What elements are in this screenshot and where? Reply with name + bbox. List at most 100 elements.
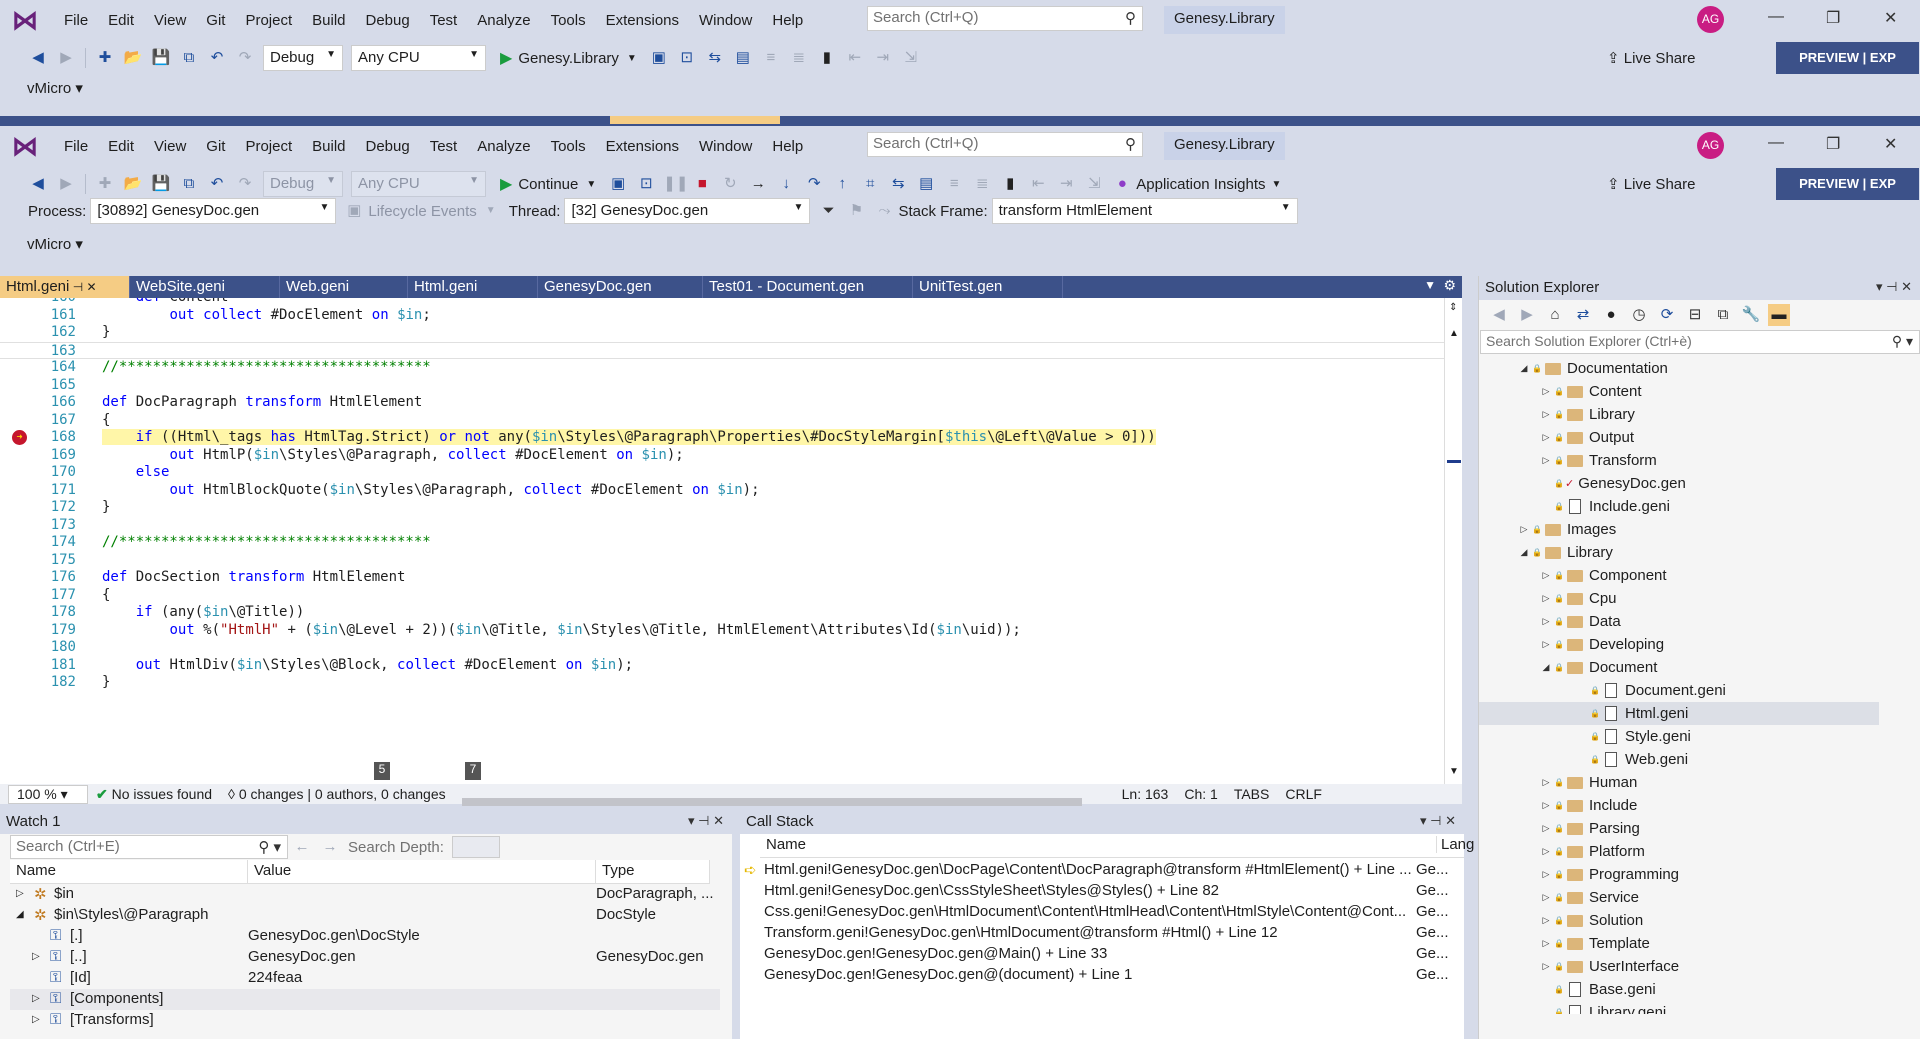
tree-node-images[interactable]: ▷ 🔒 Images [1517, 518, 1617, 541]
tab-html-geni[interactable]: Html.geni [408, 276, 538, 298]
tab-dropdown-icon[interactable]: ▼ [1424, 278, 1436, 292]
code-line[interactable]: 167 { [0, 412, 1444, 430]
code-line[interactable]: 165 [0, 377, 1444, 395]
tree-node-web-geni[interactable]: 🔒 Web.geni [1589, 748, 1688, 771]
issues-indicator[interactable]: ✔ No issues found [88, 786, 220, 803]
call-stack-row[interactable]: Html.geni!GenesyDoc.gen\CssStyleSheet\St… [740, 881, 1464, 902]
watch-row[interactable]: ⚿ [.] GenesyDoc.gen\DocStyle [10, 926, 720, 947]
window-icon[interactable]: ▤ [915, 173, 937, 195]
screenshot-icon[interactable]: ⊡ [635, 173, 657, 195]
code-line[interactable]: 182} [0, 674, 1444, 692]
menu-edit[interactable]: Edit [98, 138, 144, 155]
tree-node-library[interactable]: ▷ 🔒 Library [1539, 403, 1635, 426]
code-line[interactable]: 164 //***********************************… [0, 359, 1444, 377]
menu-view[interactable]: View [144, 12, 196, 29]
pane-controls[interactable]: ▾ ⊣ ✕ [1420, 813, 1456, 829]
prev-bookmark-icon[interactable]: ⇤ [844, 47, 866, 69]
watch-row[interactable]: ◢ ✲ $in\Styles\@Paragraph DocStyle [10, 905, 720, 926]
call-stack-row[interactable]: ➪ Html.geni!GenesyDoc.gen\DocPage\Content… [740, 860, 1464, 881]
column-header-value[interactable]: Value [248, 860, 596, 883]
expand-icon[interactable]: ▷ [32, 951, 40, 962]
code-line[interactable]: 162} [0, 324, 1444, 342]
expand-icon[interactable]: ▷ [1539, 777, 1553, 788]
call-stack-row[interactable]: Transform.geni!GenesyDoc.gen\HtmlDocumen… [740, 923, 1464, 944]
expand-icon[interactable]: ▷ [1539, 915, 1553, 926]
tab-website-geni[interactable]: WebSite.geni [130, 276, 280, 298]
watch-row[interactable]: ▷ ⚿ [Components] [10, 989, 720, 1010]
tab-web-geni[interactable]: Web.geni [280, 276, 408, 298]
stack-frame-select[interactable]: transform HtmlElement ▼ [991, 198, 1298, 224]
tree-node-solution[interactable]: ▷ 🔒 Solution [1539, 909, 1644, 932]
menu-analyze[interactable]: Analyze [467, 138, 540, 155]
save-all-icon[interactable]: ⧉ [178, 47, 200, 69]
globe-icon[interactable]: ● [1600, 304, 1622, 326]
minimize-icon[interactable]: — [1768, 134, 1784, 152]
solution-explorer-search-input[interactable]: Search Solution Explorer (Ctrl+è) ⚲ ▾ [1480, 330, 1920, 354]
folder-icon[interactable]: ▣ [607, 173, 629, 195]
menu-window[interactable]: Window [689, 12, 762, 29]
menu-debug[interactable]: Debug [356, 12, 420, 29]
expand-icon[interactable]: ▷ [1539, 409, 1553, 420]
tree-node-include-geni[interactable]: 🔒 Include.geni [1539, 495, 1670, 518]
save-icon[interactable]: 💾 [150, 47, 172, 69]
tree-node-library[interactable]: ◢ 🔒 Library [1517, 541, 1613, 564]
continue-icon[interactable]: ▶ [500, 174, 512, 194]
tree-node-programming[interactable]: ▷ 🔒 Programming [1539, 863, 1680, 886]
application-insights-button[interactable]: Application Insights [1136, 176, 1265, 193]
expand-icon[interactable]: ▷ [1539, 938, 1553, 949]
gear-icon[interactable]: ⚙ [1443, 277, 1456, 294]
menu-tools[interactable]: Tools [541, 138, 596, 155]
expand-icon[interactable]: ▷ [1539, 869, 1553, 880]
expand-icon[interactable]: ▷ [32, 1014, 40, 1025]
restore-icon[interactable]: ❐ [1826, 134, 1840, 154]
back-icon[interactable]: ← [291, 836, 313, 858]
split-icon[interactable]: ⇕ [1449, 302, 1457, 313]
code-line[interactable]: 180 [0, 639, 1444, 657]
code-line[interactable]: 161 out collect #DocElement on $in; [0, 307, 1444, 325]
save-icon[interactable]: 💾 [150, 173, 172, 195]
expand-icon[interactable]: ▷ [1539, 846, 1553, 857]
code-line[interactable]: 166 def DocParagraph transform HtmlElemen… [0, 394, 1444, 412]
tab-pin-close-icon[interactable]: ⊣ ✕ [69, 280, 97, 294]
expand-icon[interactable]: ▷ [1539, 455, 1553, 466]
collapse-icon[interactable]: ◢ [1539, 662, 1553, 673]
expand-icon[interactable]: ▷ [1539, 616, 1553, 627]
forward-icon[interactable]: → [319, 836, 341, 858]
watch-row[interactable]: ⚿ [Id] 224feaa [10, 968, 720, 989]
code-line[interactable]: 181 out HtmlDiv($in\Styles\@Block, colle… [0, 657, 1444, 675]
tree-node-output[interactable]: ▷ 🔒 Output [1539, 426, 1635, 449]
menu-project[interactable]: Project [235, 12, 302, 29]
menu-project[interactable]: Project [235, 138, 302, 155]
undo-icon[interactable]: ↶ [206, 173, 228, 195]
switch-views-icon[interactable]: ⇄ [1572, 304, 1594, 326]
comment-icon[interactable]: ≡ [943, 173, 965, 195]
tab-unittest-gen[interactable]: UnitTest.gen [913, 276, 1063, 298]
code-line[interactable]: 160 def Content [0, 298, 1444, 307]
expand-icon[interactable]: ▷ [1539, 432, 1553, 443]
collapse-icon[interactable]: ◢ [16, 909, 24, 920]
minimize-icon[interactable]: — [1768, 8, 1784, 26]
code-line[interactable]: 173 [0, 517, 1444, 535]
start-icon[interactable]: ▶ [500, 48, 512, 68]
call-stack-row[interactable]: Css.geni!GenesyDoc.gen\HtmlDocument\Cont… [740, 902, 1464, 923]
redo-icon[interactable]: ↷ [234, 173, 256, 195]
codelens-badge[interactable]: 5 [374, 762, 390, 780]
menu-extensions[interactable]: Extensions [596, 138, 689, 155]
stop-icon[interactable]: ■ [691, 173, 713, 195]
back-icon[interactable]: ◀ [27, 173, 49, 195]
call-stack-row[interactable]: GenesyDoc.gen!GenesyDoc.gen@Main() + Lin… [740, 944, 1464, 965]
menu-build[interactable]: Build [302, 138, 355, 155]
new-project-icon[interactable]: ✚ [94, 173, 116, 195]
tree-node-include[interactable]: ▷ 🔒 Include [1539, 794, 1638, 817]
tab-genesydoc-gen[interactable]: GenesyDoc.gen [538, 276, 703, 298]
tree-node-userinterface[interactable]: ▷ 🔒 UserInterface [1539, 955, 1680, 978]
continue-button[interactable]: Continue [518, 176, 578, 193]
open-icon[interactable]: 📂 [122, 47, 144, 69]
config-select[interactable]: Debug ▼ [263, 45, 343, 71]
code-line[interactable]: 177 { [0, 587, 1444, 605]
clear-bookmark-icon[interactable]: ⇲ [1083, 173, 1105, 195]
column-header-name[interactable]: Name [10, 860, 248, 883]
code-line[interactable]: 163 [0, 341, 1444, 359]
open-icon[interactable]: 📂 [122, 173, 144, 195]
expand-icon[interactable]: ▷ [1539, 639, 1553, 650]
